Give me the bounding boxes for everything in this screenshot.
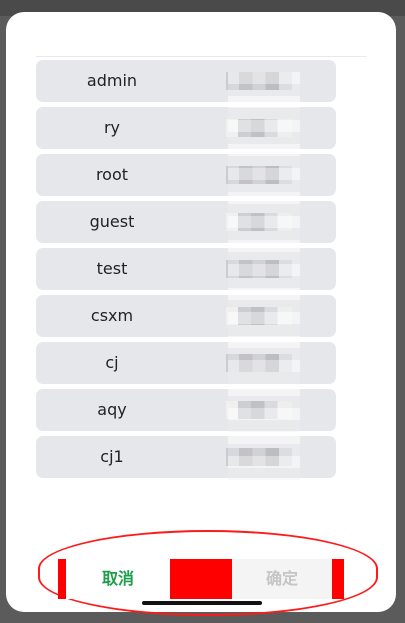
user-name: cj1 [100, 447, 124, 466]
blurred-user-detail [226, 72, 292, 90]
user-name: root [95, 165, 129, 184]
home-indicator [142, 601, 262, 605]
sheet-divider [36, 56, 366, 57]
cancel-button[interactable]: 取消 [66, 559, 170, 599]
blurred-user-detail [226, 448, 292, 466]
user-name: cj [105, 353, 119, 372]
blurred-user-detail [226, 307, 292, 325]
user-name: test [96, 259, 128, 278]
blurred-user-detail [226, 166, 292, 184]
confirm-button[interactable]: 确定 [232, 559, 332, 599]
blurred-user-detail [226, 401, 292, 419]
user-row-csxm[interactable]: csxm [36, 295, 336, 337]
user-row-test[interactable]: test [36, 248, 336, 290]
blurred-user-detail [226, 260, 292, 278]
blurred-user-detail [226, 354, 292, 372]
user-name: admin [86, 71, 138, 90]
bottom-sheet: admin ry root guest test csxm cj aqy cj1 [6, 12, 396, 612]
user-name: ry [103, 118, 121, 137]
user-name: guest [89, 212, 135, 231]
user-row-ry[interactable]: ry [36, 107, 336, 149]
user-row-root[interactable]: root [36, 154, 336, 196]
user-row-cj1[interactable]: cj1 [36, 436, 336, 478]
user-row-cj[interactable]: cj [36, 342, 336, 384]
user-row-aqy[interactable]: aqy [36, 389, 336, 431]
blurred-user-detail [226, 119, 292, 137]
blurred-user-detail [226, 213, 292, 231]
user-name: aqy [97, 400, 127, 419]
user-row-guest[interactable]: guest [36, 201, 336, 243]
user-name: csxm [90, 306, 134, 325]
user-row-admin[interactable]: admin [36, 60, 336, 102]
